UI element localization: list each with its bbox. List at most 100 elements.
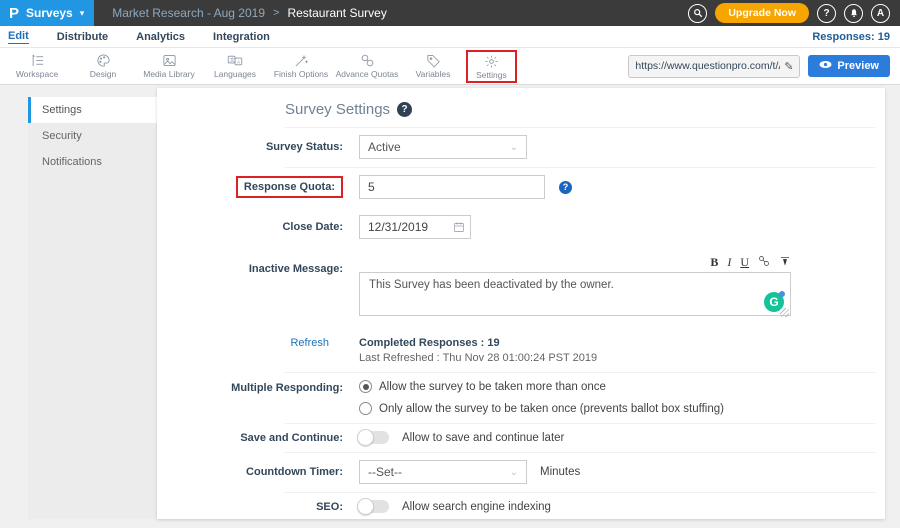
responses-info: Completed Responses : 19 Last Refreshed … <box>353 337 875 364</box>
bold-button[interactable]: B <box>710 256 718 268</box>
svg-text:A: A <box>237 59 241 65</box>
inactive-message-row: Inactive Message: B I U This <box>157 247 885 329</box>
survey-status-row: Survey Status: Active ⌄ <box>157 127 885 167</box>
upgrade-now-button[interactable]: Upgrade Now <box>715 3 809 23</box>
tool-finish-options[interactable]: Finish Options <box>268 53 334 79</box>
tool-advance-quotas[interactable]: Advance Quotas <box>334 53 400 79</box>
grammarly-icon[interactable]: G <box>764 292 784 312</box>
product-name: Surveys <box>26 6 73 20</box>
questionpro-app: P Surveys ▾ Market Research - Aug 2019 >… <box>0 0 900 528</box>
response-quota-input[interactable] <box>359 175 545 199</box>
sidebar-item-notifications[interactable]: Notifications <box>28 149 157 175</box>
tool-design[interactable]: Design <box>70 53 136 79</box>
response-quota-label: Response Quota: <box>157 176 353 198</box>
quota-help-icon[interactable]: ? <box>559 181 572 194</box>
tag-icon <box>426 53 441 68</box>
radio-allow-multiple[interactable]: Allow the survey to be taken more than o… <box>359 380 606 393</box>
annotation-red-box: Response Quota: <box>236 176 343 198</box>
survey-url-field: ✎ <box>628 55 800 78</box>
close-date-row: Close Date: <box>157 207 885 247</box>
underline-button[interactable]: U <box>740 256 749 268</box>
countdown-timer-label: Countdown Timer: <box>157 466 353 478</box>
responses-count[interactable]: Responses: 19 <box>812 31 890 43</box>
refresh-link[interactable]: Refresh <box>157 337 353 349</box>
radio-button-icon[interactable] <box>359 380 372 393</box>
top-bar: P Surveys ▾ Market Research - Aug 2019 >… <box>0 0 900 26</box>
countdown-timer-select[interactable]: --Set-- ⌄ <box>359 460 527 484</box>
sidebar-item-security[interactable]: Security <box>28 123 157 149</box>
inactive-message-editor: This Survey has been deactivated by the … <box>359 272 791 321</box>
seo-text: Allow search engine indexing <box>402 501 551 513</box>
toolbar-right: ✎ Preview <box>628 55 890 78</box>
help-icon[interactable]: ? <box>817 4 836 23</box>
toggle-knob <box>357 429 374 446</box>
tool-languages[interactable]: 文A Languages <box>202 53 268 79</box>
palette-icon <box>96 53 111 68</box>
chain-links-icon <box>360 53 375 68</box>
seo-row: SEO: Allow search engine indexing <box>157 492 885 519</box>
eye-icon <box>819 60 832 72</box>
inactive-message-label: Inactive Message: <box>157 263 353 275</box>
seo-toggle[interactable] <box>359 500 389 513</box>
svg-text:文: 文 <box>230 56 235 63</box>
inactive-message-textarea[interactable]: This Survey has been deactivated by the … <box>359 272 791 316</box>
translate-icon: 文A <box>227 53 243 68</box>
survey-status-label: Survey Status: <box>157 141 353 153</box>
toggle-knob <box>357 498 374 515</box>
last-refreshed: Last Refreshed : Thu Nov 28 01:00:24 PST… <box>359 352 875 364</box>
menu-item-analytics[interactable]: Analytics <box>136 31 185 43</box>
breadcrumb-current: Restaurant Survey <box>287 6 386 20</box>
settings-sidebar: Settings Security Notifications <box>28 97 157 519</box>
countdown-timer-row: Countdown Timer: --Set-- ⌄ Minutes <box>157 452 885 492</box>
save-continue-toggle[interactable] <box>359 431 389 444</box>
survey-url-input[interactable] <box>635 60 780 72</box>
sidebar-item-settings[interactable]: Settings <box>28 97 157 123</box>
survey-status-select[interactable]: Active ⌄ <box>359 135 527 159</box>
response-quota-row: Response Quota: ? <box>157 167 885 207</box>
workspace-icon <box>30 53 45 68</box>
topbar-actions: Upgrade Now ? A <box>688 0 900 26</box>
magic-wand-icon <box>294 53 309 68</box>
title-help-icon[interactable]: ? <box>397 102 412 117</box>
clear-formatting-icon[interactable] <box>779 255 791 269</box>
account-avatar[interactable]: A <box>871 4 890 23</box>
menu-item-distribute[interactable]: Distribute <box>57 31 108 43</box>
chevron-down-icon: ⌄ <box>510 142 518 153</box>
tool-media-library[interactable]: Media Library <box>136 53 202 79</box>
notifications-bell-icon[interactable] <box>844 4 863 23</box>
survey-settings-panel: Survey Settings ? Survey Status: Active … <box>157 88 885 519</box>
edit-url-pencil-icon[interactable]: ✎ <box>784 60 793 73</box>
tool-settings[interactable]: Settings <box>466 50 517 83</box>
insert-link-icon[interactable] <box>758 255 770 269</box>
chevron-down-icon: ⌄ <box>510 467 518 478</box>
image-icon <box>162 53 177 68</box>
calendar-icon[interactable] <box>453 220 465 238</box>
preview-button[interactable]: Preview <box>808 55 890 77</box>
completed-responses: Completed Responses : 19 <box>359 337 875 349</box>
breadcrumb-parent[interactable]: Market Research - Aug 2019 <box>112 6 265 20</box>
responses-info-row: Refresh Completed Responses : 19 Last Re… <box>157 329 885 372</box>
work-area: Settings Security Notifications Survey S… <box>0 86 900 528</box>
edit-toolbar: Workspace Design Media Library 文A Langua… <box>0 48 900 85</box>
menu-item-integration[interactable]: Integration <box>213 31 270 43</box>
tool-workspace[interactable]: Workspace <box>4 53 70 79</box>
breadcrumb: Market Research - Aug 2019 > Restaurant … <box>112 0 387 26</box>
save-continue-row: Save and Continue: Allow to save and con… <box>157 423 885 452</box>
format-toolbar: B I U <box>359 255 791 272</box>
breadcrumb-separator: > <box>273 7 279 19</box>
chevron-down-icon: ▾ <box>80 8 85 19</box>
survey-menu-bar: Edit Distribute Analytics Integration Re… <box>0 26 900 48</box>
italic-button[interactable]: I <box>727 256 731 268</box>
page-title: Survey Settings ? <box>285 101 885 118</box>
menu-item-edit[interactable]: Edit <box>8 30 29 44</box>
tool-variables[interactable]: Variables <box>400 53 466 79</box>
close-date-label: Close Date: <box>157 221 353 233</box>
radio-button-icon[interactable] <box>359 402 372 415</box>
save-continue-label: Save and Continue: <box>157 432 353 444</box>
seo-label: SEO: <box>157 501 353 513</box>
minutes-suffix: Minutes <box>540 466 580 478</box>
search-icon[interactable] <box>688 4 707 23</box>
gear-icon <box>484 54 499 69</box>
radio-only-once[interactable]: Only allow the survey to be taken once (… <box>359 402 724 415</box>
surveys-product-menu[interactable]: P Surveys ▾ <box>0 0 94 26</box>
